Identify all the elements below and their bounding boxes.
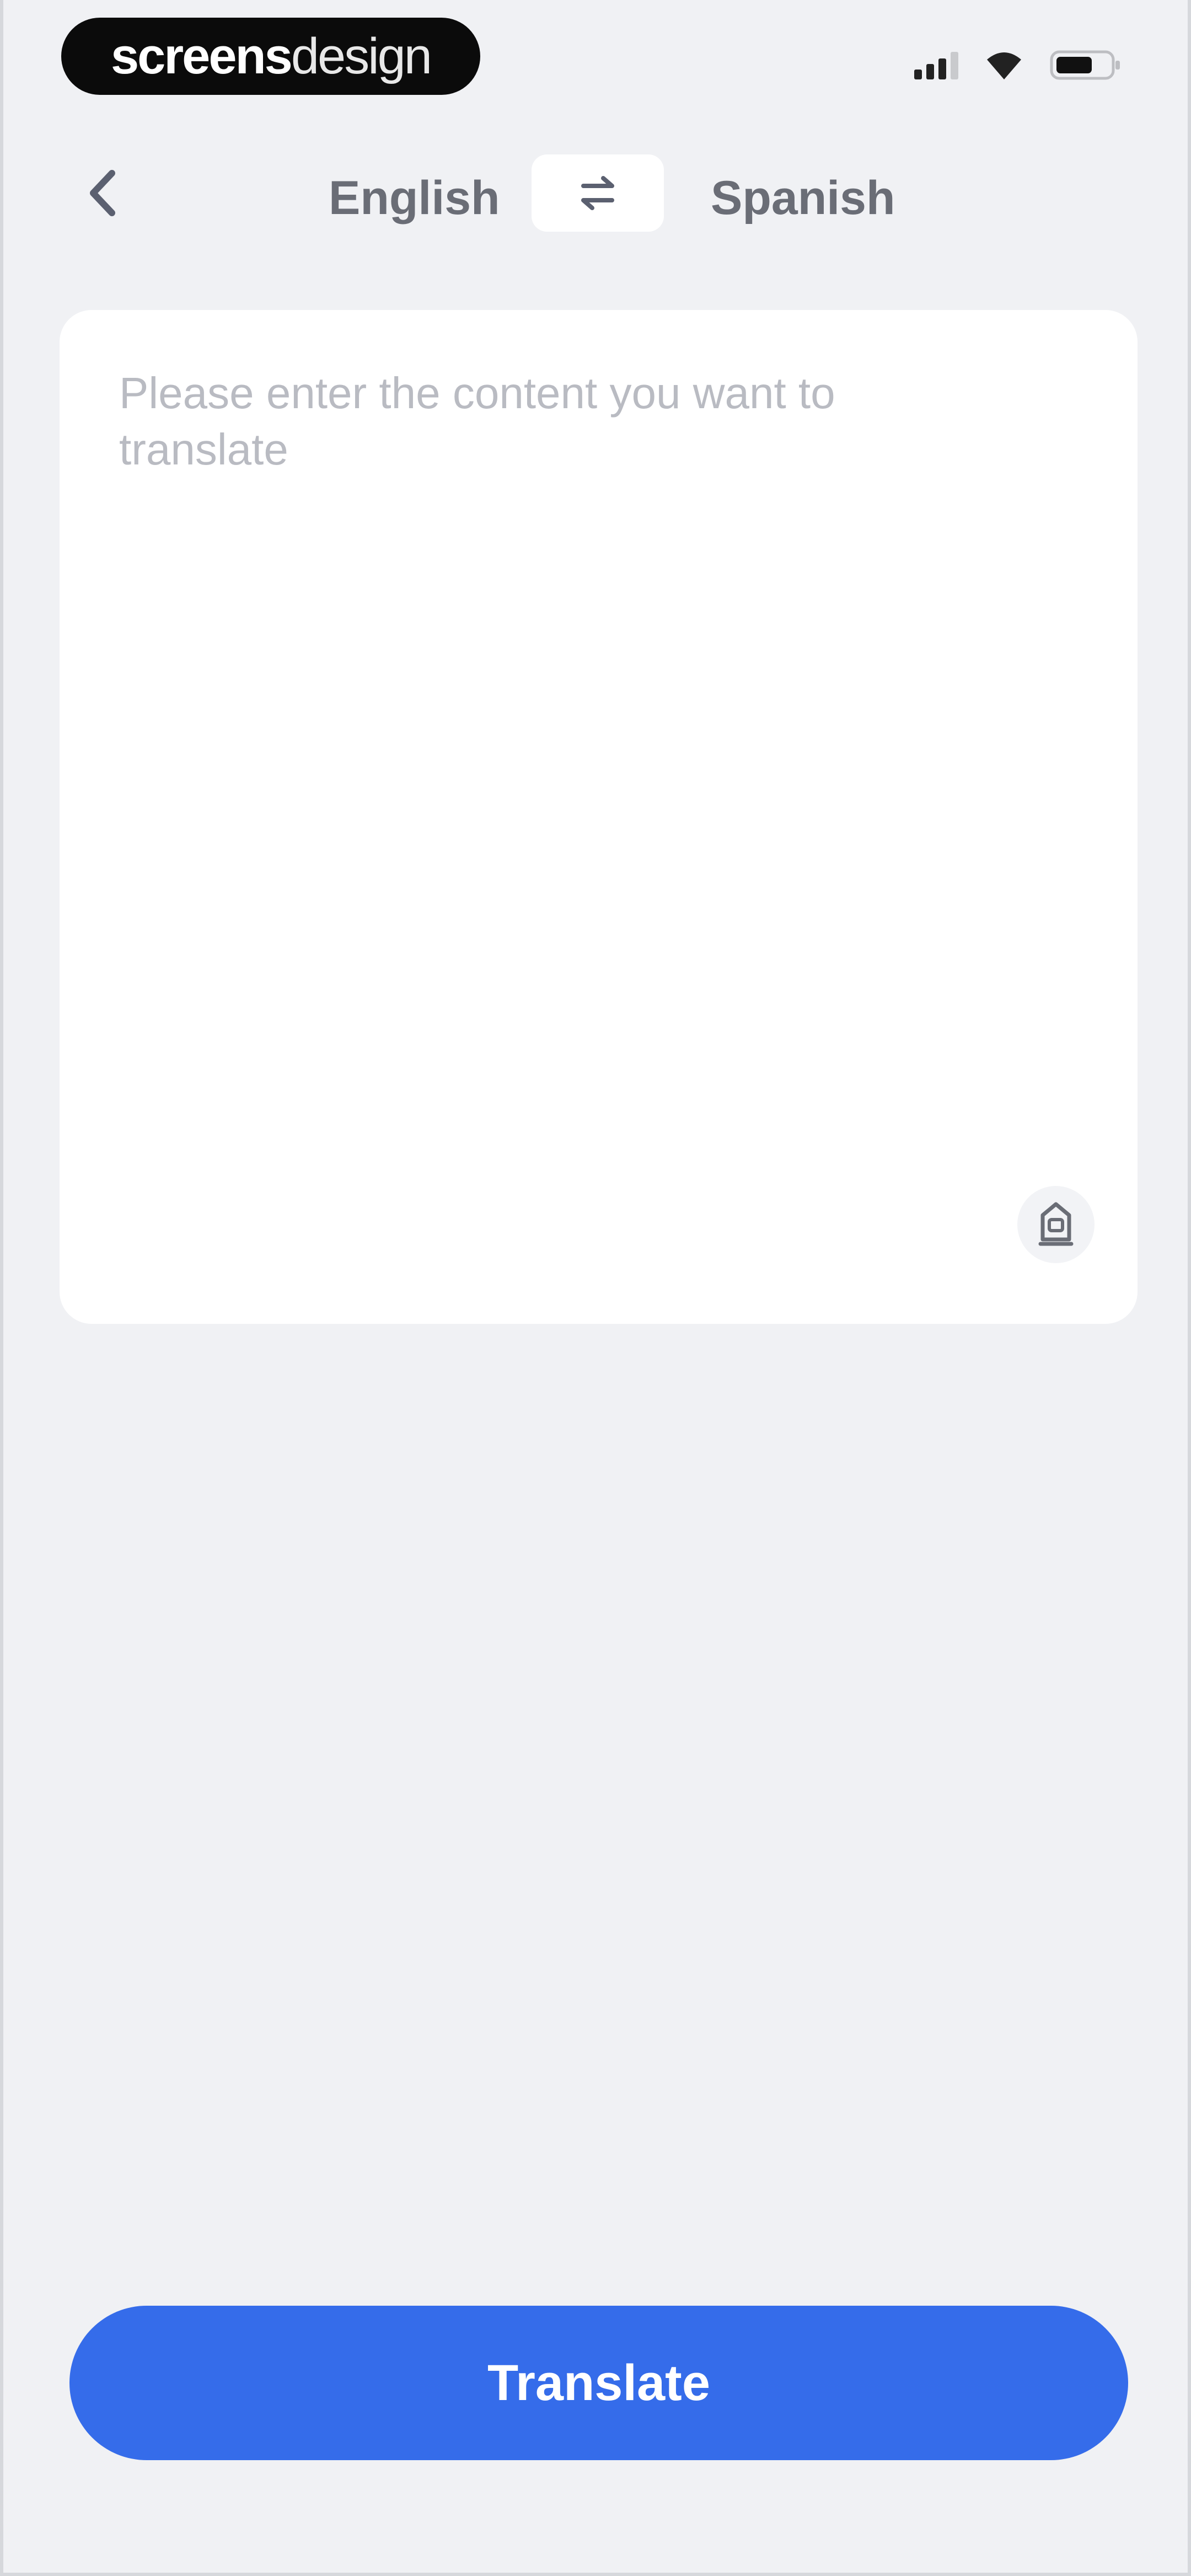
translate-screen: screens design English Spanish Please en… bbox=[0, 0, 1191, 2576]
translate-button[interactable]: Translate bbox=[69, 2306, 1128, 2460]
target-language-selector[interactable]: Spanish bbox=[711, 171, 895, 226]
back-button[interactable] bbox=[69, 160, 136, 226]
chevron-left-icon bbox=[90, 170, 115, 216]
brand-logo: screens design bbox=[61, 18, 480, 95]
swap-arrows-icon bbox=[581, 176, 614, 210]
status-icons bbox=[914, 49, 1122, 82]
translate-input[interactable] bbox=[119, 365, 935, 1082]
swap-languages-button[interactable] bbox=[532, 154, 664, 232]
wifi-icon bbox=[985, 50, 1023, 81]
status-bar: screens design bbox=[3, 0, 1188, 116]
source-language-selector[interactable]: English bbox=[329, 171, 500, 226]
voice-input-button[interactable] bbox=[1017, 1186, 1095, 1263]
brand-logo-light: design bbox=[291, 28, 432, 84]
microphone-icon bbox=[1038, 1202, 1074, 1246]
signal-icon bbox=[914, 51, 958, 79]
battery-icon bbox=[1050, 49, 1122, 82]
brand-logo-strong: screens bbox=[111, 28, 293, 84]
language-header: English Spanish bbox=[3, 138, 1188, 248]
input-card bbox=[60, 310, 1138, 1324]
